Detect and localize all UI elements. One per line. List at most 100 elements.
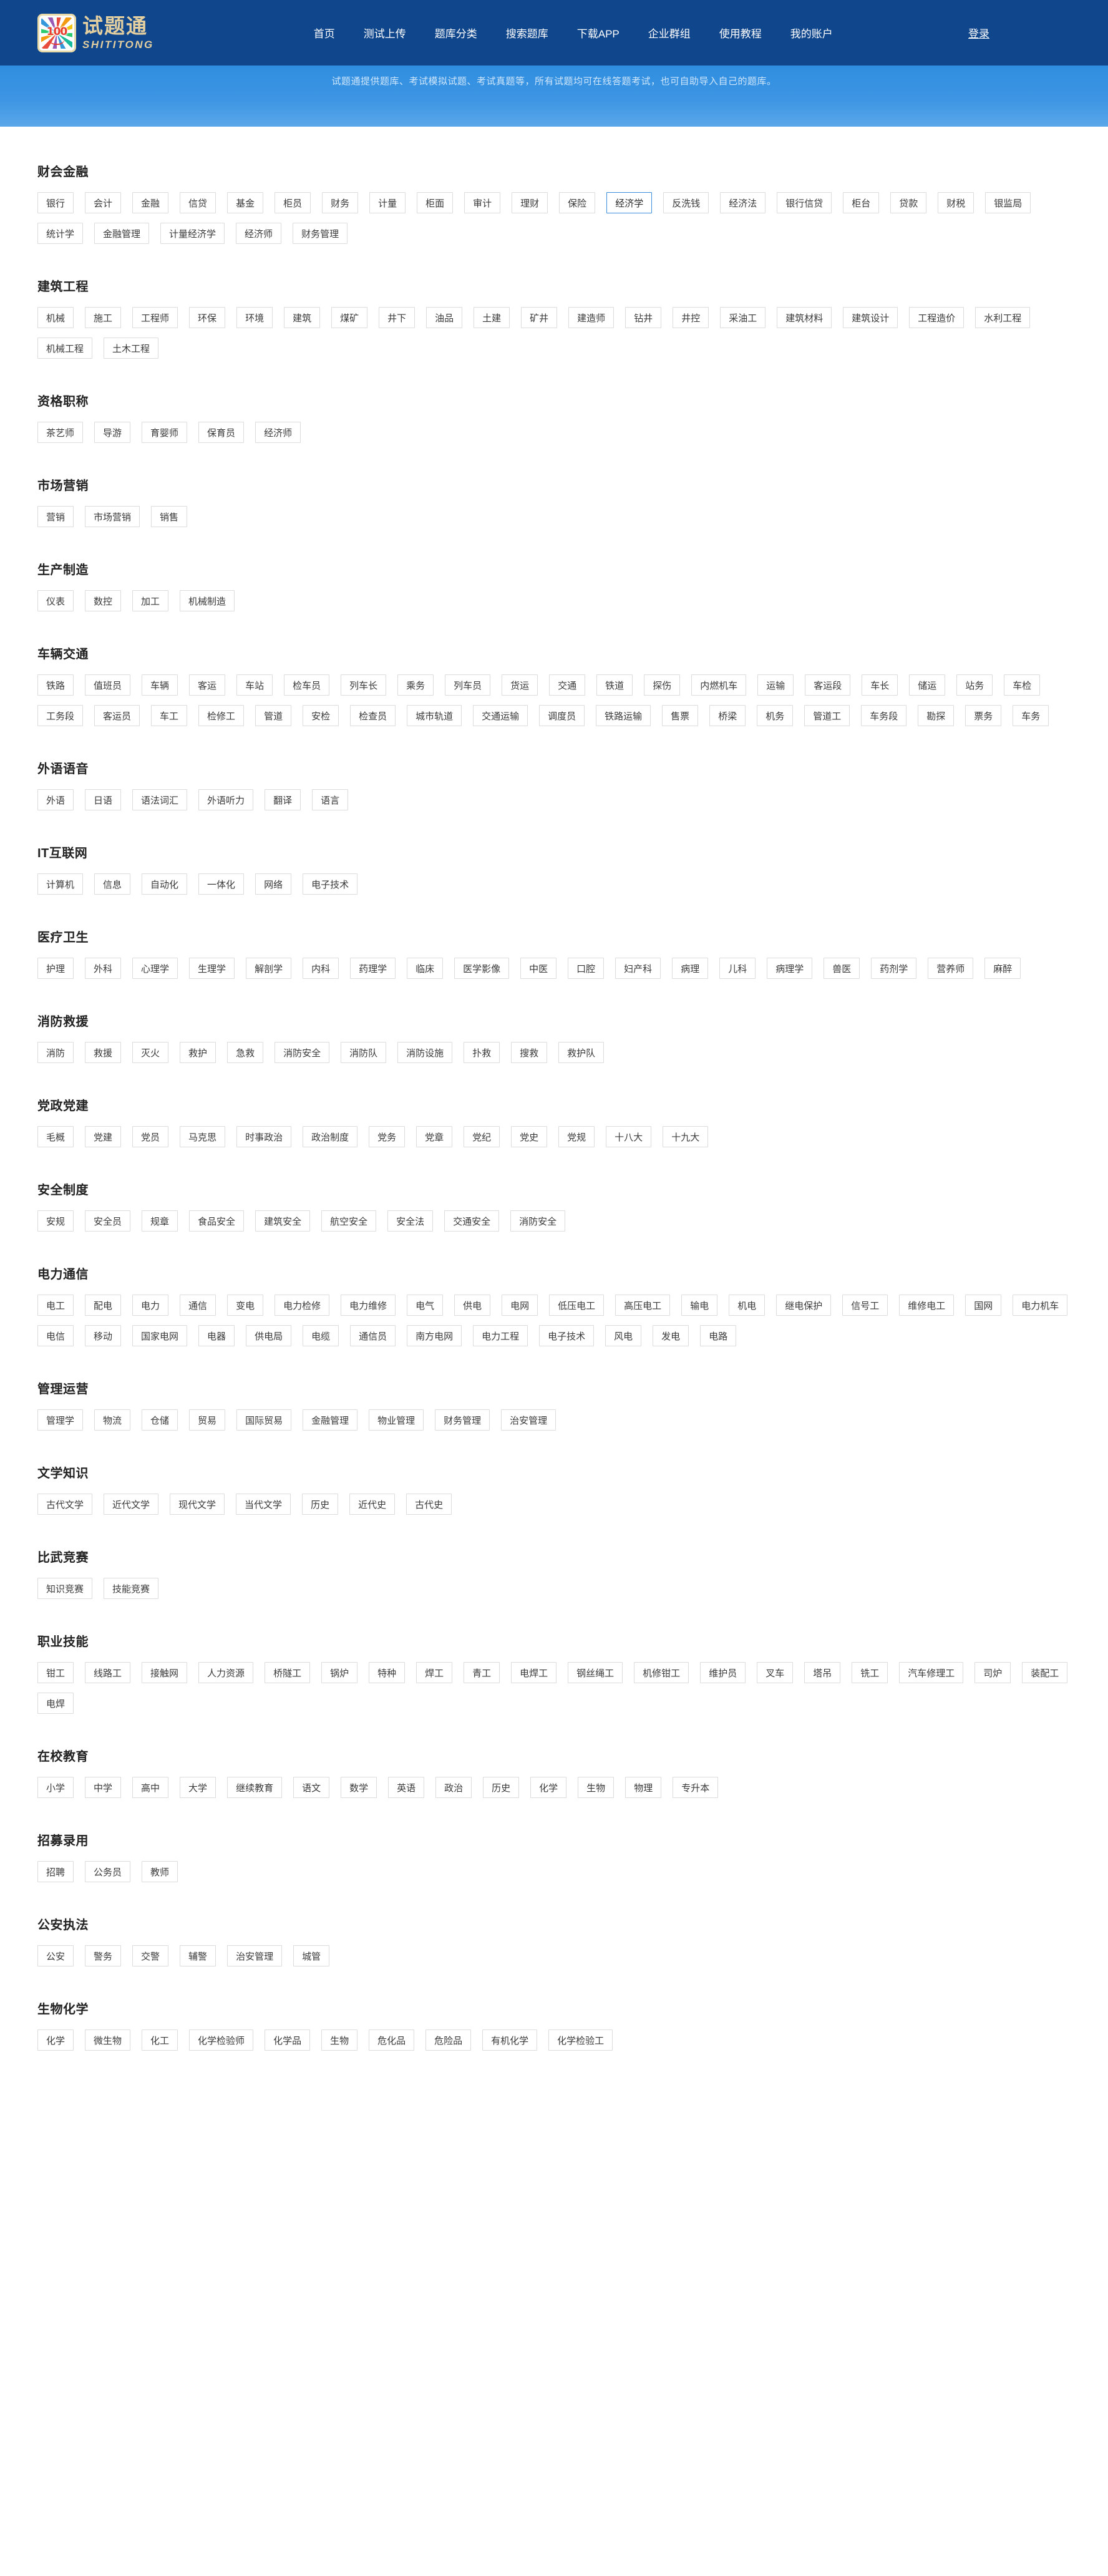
category-tag[interactable]: 日语 — [85, 789, 122, 810]
category-tag[interactable]: 外语听力 — [198, 789, 254, 810]
category-tag[interactable]: 接触网 — [142, 1662, 188, 1683]
category-tag[interactable]: 翻译 — [265, 789, 301, 810]
category-tag[interactable]: 理财 — [512, 192, 548, 213]
category-tag[interactable]: 维修电工 — [899, 1295, 955, 1316]
category-tag[interactable]: 化学品 — [265, 2029, 311, 2051]
category-tag[interactable]: 勘探 — [918, 705, 955, 726]
category-tag[interactable]: 信贷 — [180, 192, 216, 213]
category-tag[interactable]: 时事政治 — [236, 1126, 292, 1147]
category-tag[interactable]: 网络 — [255, 873, 292, 895]
category-tag[interactable]: 叉车 — [757, 1662, 794, 1683]
brand-logo-link[interactable]: 100 试题通 SHITITONG — [37, 13, 154, 52]
category-tag[interactable]: 列车员 — [445, 674, 491, 696]
category-tag[interactable]: 经济学 — [606, 192, 653, 213]
category-tag[interactable]: 外科 — [85, 958, 122, 979]
category-tag[interactable]: 电力检修 — [275, 1295, 330, 1316]
category-tag[interactable]: 规章 — [142, 1210, 178, 1232]
category-tag[interactable]: 客运员 — [94, 705, 140, 726]
category-tag[interactable]: 兽医 — [824, 958, 860, 979]
category-tag[interactable]: 病理学 — [767, 958, 813, 979]
category-tag[interactable]: 建造师 — [568, 307, 615, 328]
category-tag[interactable]: 环境 — [236, 307, 273, 328]
category-tag[interactable]: 电网 — [502, 1295, 538, 1316]
category-tag[interactable]: 机务 — [757, 705, 794, 726]
category-tag[interactable]: 电力机车 — [1013, 1295, 1068, 1316]
category-tag[interactable]: 井下 — [379, 307, 415, 328]
category-tag[interactable]: 票务 — [965, 705, 1002, 726]
category-tag[interactable]: 银行 — [37, 192, 74, 213]
category-tag[interactable]: 交通运输 — [473, 705, 528, 726]
category-tag[interactable]: 中医 — [520, 958, 557, 979]
category-tag[interactable]: 经济师 — [236, 223, 282, 244]
category-tag[interactable]: 消防安全 — [510, 1210, 566, 1232]
category-tag[interactable]: 加工 — [132, 590, 169, 611]
category-tag[interactable]: 金融管理 — [303, 1409, 358, 1431]
nav-item-categories[interactable]: 题库分类 — [435, 25, 477, 41]
category-tag[interactable]: 导游 — [94, 422, 131, 443]
category-tag[interactable]: 十九大 — [663, 1126, 709, 1147]
category-tag[interactable]: 人力资源 — [198, 1662, 254, 1683]
category-tag[interactable]: 营销 — [37, 506, 74, 527]
category-tag[interactable]: 儿科 — [719, 958, 756, 979]
category-tag[interactable]: 反洗钱 — [663, 192, 709, 213]
category-tag[interactable]: 药剂学 — [871, 958, 917, 979]
category-tag[interactable]: 经济师 — [255, 422, 301, 443]
category-tag[interactable]: 柜员 — [275, 192, 311, 213]
category-tag[interactable]: 有机化学 — [482, 2029, 538, 2051]
category-tag[interactable]: 财务管理 — [293, 223, 348, 244]
nav-item-my-account[interactable]: 我的账户 — [790, 25, 833, 41]
category-tag[interactable]: 售票 — [662, 705, 699, 726]
category-tag[interactable]: 政治 — [435, 1777, 472, 1798]
category-tag[interactable]: 警务 — [85, 1945, 122, 1966]
category-tag[interactable]: 党章 — [416, 1126, 453, 1147]
category-tag[interactable]: 治安管理 — [227, 1945, 283, 1966]
category-tag[interactable]: 临床 — [407, 958, 444, 979]
category-tag[interactable]: 电信 — [37, 1325, 74, 1346]
category-tag[interactable]: 司炉 — [974, 1662, 1011, 1683]
category-tag[interactable]: 经济法 — [720, 192, 766, 213]
category-tag[interactable]: 锅炉 — [321, 1662, 358, 1683]
category-tag[interactable]: 妇产科 — [615, 958, 661, 979]
category-tag[interactable]: 汽车修理工 — [899, 1662, 964, 1683]
category-tag[interactable]: 城市轨道 — [407, 705, 462, 726]
category-tag[interactable]: 一体化 — [198, 873, 245, 895]
category-tag[interactable]: 生物 — [578, 1777, 615, 1798]
category-tag[interactable]: 保险 — [559, 192, 596, 213]
category-tag[interactable]: 中学 — [85, 1777, 122, 1798]
category-tag[interactable]: 工务段 — [37, 705, 84, 726]
category-tag[interactable]: 电路 — [700, 1325, 737, 1346]
category-tag[interactable]: 财务管理 — [435, 1409, 490, 1431]
category-tag[interactable]: 销售 — [151, 506, 188, 527]
category-tag[interactable]: 机械制造 — [180, 590, 235, 611]
category-tag[interactable]: 物流 — [94, 1409, 131, 1431]
category-tag[interactable]: 消防队 — [341, 1042, 387, 1063]
category-tag[interactable]: 危化品 — [369, 2029, 415, 2051]
category-tag[interactable]: 铁道 — [596, 674, 633, 696]
category-tag[interactable]: 茶艺师 — [37, 422, 84, 443]
category-tag[interactable]: 电焊工 — [511, 1662, 557, 1683]
category-tag[interactable]: 金融 — [132, 192, 169, 213]
category-tag[interactable]: 高压电工 — [615, 1295, 671, 1316]
category-tag[interactable]: 内燃机车 — [691, 674, 747, 696]
category-tag[interactable]: 风电 — [605, 1325, 642, 1346]
category-tag[interactable]: 变电 — [227, 1295, 264, 1316]
category-tag[interactable]: 化学 — [530, 1777, 567, 1798]
category-tag[interactable]: 技能竞赛 — [104, 1578, 159, 1599]
category-tag[interactable]: 银监局 — [985, 192, 1031, 213]
category-tag[interactable]: 党规 — [558, 1126, 595, 1147]
category-tag[interactable]: 语文 — [293, 1777, 330, 1798]
category-tag[interactable]: 麻醉 — [984, 958, 1021, 979]
category-tag[interactable]: 施工 — [85, 307, 122, 328]
category-tag[interactable]: 电焊 — [37, 1693, 74, 1714]
category-tag[interactable]: 马克思 — [180, 1126, 226, 1147]
category-tag[interactable]: 统计学 — [37, 223, 84, 244]
category-tag[interactable]: 会计 — [85, 192, 122, 213]
category-tag[interactable]: 安规 — [37, 1210, 74, 1232]
category-tag[interactable]: 招聘 — [37, 1861, 74, 1882]
category-tag[interactable]: 机械工程 — [37, 338, 93, 359]
category-tag[interactable]: 输电 — [681, 1295, 718, 1316]
category-tag[interactable]: 焊工 — [416, 1662, 453, 1683]
category-tag[interactable]: 柜台 — [843, 192, 880, 213]
category-tag[interactable]: 电工 — [37, 1295, 74, 1316]
category-tag[interactable]: 线路工 — [85, 1662, 131, 1683]
